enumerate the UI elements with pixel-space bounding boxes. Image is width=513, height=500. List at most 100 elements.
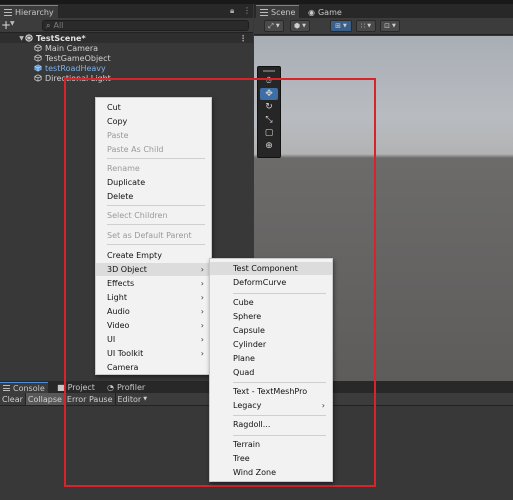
menu-item-label: Plane [233, 354, 255, 363]
menu-item-video[interactable]: Video › [96, 319, 211, 332]
menu-item-label: Copy [107, 117, 128, 126]
scene-tab-icon [260, 8, 268, 16]
snap-icon: ⊡ [384, 22, 390, 30]
collapse-button[interactable]: Collapse [25, 393, 65, 405]
menu-item-select-children: Select Children [96, 209, 211, 222]
menu-separator [107, 244, 205, 245]
draw-mode-icon: ⤢ [268, 21, 274, 30]
menu-item-label: Capsule [233, 326, 265, 335]
submenu-item-wind-zone[interactable]: Wind Zone [210, 466, 332, 479]
chevron-down-icon: ▼ [343, 23, 347, 29]
menu-item-duplicate[interactable]: Duplicate [96, 176, 211, 189]
submenu-item-textmeshpro[interactable]: Text - TextMeshPro [210, 385, 332, 398]
menu-item-effects[interactable]: Effects › [96, 277, 211, 290]
hierarchy-icon [4, 8, 12, 16]
menu-item-label: Camera [107, 363, 139, 372]
submenu-item-cube[interactable]: Cube [210, 296, 332, 309]
hierarchy-item-label: testRoadHeavy [45, 63, 106, 73]
menu-item-label: Select Children [107, 211, 168, 220]
submenu-item-terrain[interactable]: Terrain [210, 438, 332, 451]
tab-game[interactable]: ◉ Game [304, 5, 346, 18]
submenu-item-quad[interactable]: Quad [210, 366, 332, 379]
menu-item-audio[interactable]: Audio › [96, 305, 211, 318]
hierarchy-item[interactable]: Main Camera [0, 43, 253, 53]
menu-item-label: Effects [107, 279, 135, 288]
submenu-item-cylinder[interactable]: Cylinder [210, 338, 332, 351]
menu-item-label: Cube [233, 298, 254, 307]
menu-item-label: Sphere [233, 312, 262, 321]
submenu-item-sphere[interactable]: Sphere [210, 310, 332, 323]
menu-item-label: Audio [107, 307, 130, 316]
submenu-item-legacy[interactable]: Legacy › [210, 399, 332, 412]
gameobject-cube-icon [34, 54, 42, 62]
tab-scene[interactable]: Scene [256, 5, 300, 18]
gizmo-grid-button[interactable]: ∷ ▼ [356, 20, 376, 32]
menu-item-label: UI [107, 335, 116, 344]
menu-item-label: Rename [107, 164, 140, 173]
scene-menu-icon[interactable]: ⋮ [239, 34, 247, 43]
menu-separator [233, 415, 326, 416]
menu-item-delete[interactable]: Delete [96, 190, 211, 203]
grid-icon: ⊞ [335, 22, 341, 30]
chevron-down-icon[interactable]: ▼ [10, 20, 15, 27]
hierarchy-search-field[interactable]: ⌕ [42, 20, 249, 31]
hierarchy-tab-bar: Hierarchy 🔒︎ ⋮ [0, 4, 253, 18]
menu-item-set-default-parent: Set as Default Parent [96, 229, 211, 242]
prefab-cube-icon [34, 64, 42, 72]
menu-item-label: Legacy [233, 401, 262, 410]
shading-mode-button[interactable]: ⬢ ▼ [290, 20, 310, 32]
menu-item-ui-toolkit[interactable]: UI Toolkit › [96, 347, 211, 360]
menu-item-label: UI Toolkit [107, 349, 144, 358]
menu-item-label: 3D Object [107, 265, 147, 274]
menu-item-label: Delete [107, 192, 134, 201]
lock-icon[interactable]: 🔒︎ [230, 6, 234, 16]
menu-item-label: Ragdoll... [233, 420, 271, 429]
scene-row[interactable]: ▼ TestScene* ⋮ [0, 33, 253, 43]
menu-item-3d-object[interactable]: 3D Object › [96, 263, 211, 276]
expand-triangle-icon[interactable]: ▼ [18, 35, 25, 42]
grid-dotted-icon: ∷ [360, 22, 366, 30]
submenu-item-capsule[interactable]: Capsule [210, 324, 332, 337]
search-input[interactable] [53, 21, 204, 30]
menu-item-label: Text - TextMeshPro [233, 387, 308, 396]
grid-snap-button[interactable]: ⊞ ▼ [330, 20, 352, 32]
gameobject-cube-icon [34, 74, 42, 82]
hierarchy-item-label: Main Camera [45, 43, 99, 53]
gameobject-cube-icon [34, 44, 42, 52]
scene-tab-bar: Scene ◉ Game [254, 4, 513, 18]
menu-item-label: Cylinder [233, 340, 267, 349]
hierarchy-item[interactable]: TestGameObject [0, 53, 253, 63]
menu-item-copy[interactable]: Copy [96, 115, 211, 128]
clear-button[interactable]: Clear [0, 393, 26, 405]
tab-hierarchy[interactable]: Hierarchy [0, 5, 58, 18]
tab-console[interactable]: Console [0, 382, 48, 393]
submenu-item-ragdoll[interactable]: Ragdoll... [210, 418, 332, 431]
hierarchy-item-selected[interactable]: testRoadHeavy [0, 63, 253, 73]
panel-menu-icon[interactable]: ⋮ [243, 6, 251, 15]
3d-object-submenu: Test Component DeformCurve Cube Sphere C… [209, 258, 333, 482]
menu-item-label: Cut [107, 103, 121, 112]
snap-increment-button[interactable]: ⊡ ▼ [380, 20, 400, 32]
tab-console-label: Console [13, 383, 45, 393]
draw-mode-button[interactable]: ⤢ ▼ [264, 20, 284, 32]
menu-item-label: Duplicate [107, 178, 146, 187]
menu-item-light[interactable]: Light › [96, 291, 211, 304]
menu-item-cut[interactable]: Cut [96, 101, 211, 114]
menu-item-label: Video [107, 321, 130, 330]
chevron-down-icon: ▼ [392, 23, 396, 29]
menu-item-create-empty[interactable]: Create Empty [96, 249, 211, 262]
submenu-item-deformcurve[interactable]: DeformCurve [210, 276, 332, 289]
chevron-right-icon: › [200, 265, 204, 274]
menu-separator [233, 435, 326, 436]
menu-item-ui[interactable]: UI › [96, 333, 211, 346]
menu-item-label: Set as Default Parent [107, 231, 192, 240]
menu-item-camera[interactable]: Camera [96, 361, 211, 374]
submenu-item-test-component[interactable]: Test Component [210, 262, 332, 275]
submenu-item-tree[interactable]: Tree [210, 452, 332, 465]
tab-scene-label: Scene [271, 7, 296, 17]
menu-separator [107, 158, 205, 159]
hierarchy-item-label: TestGameObject [45, 53, 111, 63]
submenu-item-plane[interactable]: Plane [210, 352, 332, 365]
overlay-grip-handle[interactable] [263, 70, 275, 72]
tab-game-label: Game [317, 7, 342, 17]
